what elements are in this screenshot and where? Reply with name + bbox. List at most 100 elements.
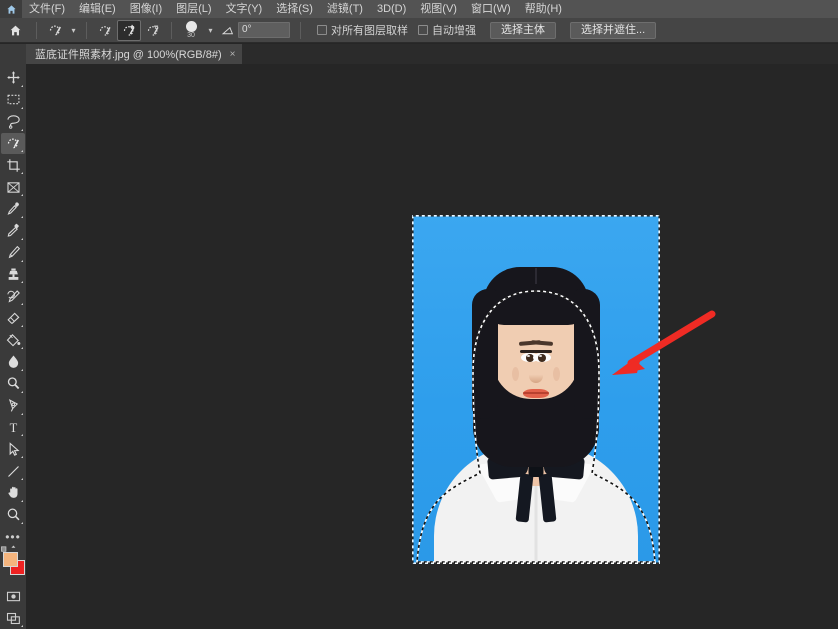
brush-dot-icon: [185, 20, 197, 32]
hair-part: [535, 268, 537, 284]
frame-tool[interactable]: [1, 176, 25, 198]
subtract-from-selection-mode[interactable]: [141, 20, 165, 41]
blur-tool[interactable]: [1, 351, 25, 373]
pen-tool[interactable]: [1, 395, 25, 417]
home-icon[interactable]: [0, 18, 30, 43]
healing-brush-tool[interactable]: [1, 220, 25, 242]
lips: [523, 389, 549, 398]
menu-window[interactable]: 窗口(W): [464, 0, 518, 18]
quick-selection-tool[interactable]: [1, 132, 25, 155]
menu-3d[interactable]: 3D(D): [370, 0, 413, 18]
photoshop-window: 文件(F) 编辑(E) 图像(I) 图层(L) 文字(Y) 选择(S) 滤镜(T…: [0, 0, 838, 629]
tool-expand-corner-icon: [21, 172, 23, 175]
nose: [529, 371, 543, 383]
tool-expand-corner-icon: [21, 390, 23, 393]
clone-stamp-tool[interactable]: [1, 264, 25, 286]
auto-enhance-checkbox[interactable]: 自动增强: [418, 22, 476, 38]
angle-icon: [221, 24, 234, 37]
brush-tool[interactable]: [1, 242, 25, 264]
gradient-tool[interactable]: [1, 329, 25, 351]
menu-type[interactable]: 文字(Y): [219, 0, 270, 18]
sample-all-layers-checkbox[interactable]: 对所有图层取样: [317, 22, 408, 38]
tools-panel: T •••: [0, 64, 26, 629]
swap-colors-icon[interactable]: [1, 541, 19, 552]
menu-image[interactable]: 图像(I): [123, 0, 169, 18]
brush-size-value: 30: [187, 31, 195, 39]
quick-mask-button[interactable]: [1, 585, 25, 607]
zoom-tool[interactable]: [1, 504, 25, 526]
tool-expand-corner-icon: [21, 434, 23, 437]
menu-view[interactable]: 视图(V): [413, 0, 464, 18]
menu-filter[interactable]: 滤镜(T): [320, 0, 370, 18]
eyebrow-right: [530, 340, 554, 346]
crop-tool[interactable]: [1, 154, 25, 176]
canvas-area[interactable]: [26, 64, 838, 629]
move-tool[interactable]: [1, 67, 25, 89]
rectangular-marquee-tool[interactable]: [1, 89, 25, 111]
home-icon[interactable]: [0, 0, 22, 18]
tool-expand-corner-icon: [21, 84, 23, 87]
divider: [36, 21, 37, 39]
tool-expand-corner-icon: [21, 456, 23, 459]
screen-mode-button[interactable]: [1, 607, 25, 629]
tool-expand-corner-icon: [21, 215, 23, 218]
tool-expand-corner-icon: [21, 412, 23, 415]
select-subject-button[interactable]: 选择主体: [490, 21, 556, 39]
checkbox-box[interactable]: [317, 25, 327, 35]
iris-right: [538, 353, 546, 362]
menu-layer[interactable]: 图层(L): [169, 0, 218, 18]
line-tool[interactable]: [1, 460, 25, 482]
tool-expand-corner-icon: [21, 325, 23, 328]
tool-expand-corner-icon: [21, 368, 23, 371]
divider: [171, 21, 172, 39]
eye-right: [533, 353, 551, 362]
type-tool[interactable]: T: [1, 417, 25, 439]
lasso-tool[interactable]: [1, 111, 25, 133]
tool-expand-corner-icon: [21, 499, 23, 502]
eyedropper-tool[interactable]: [1, 198, 25, 220]
chevron-down-icon[interactable]: ▾: [204, 20, 217, 40]
tool-expand-corner-icon: [21, 128, 23, 131]
new-selection-mode[interactable]: [93, 20, 117, 41]
quick-selection-tool-icon[interactable]: [43, 20, 67, 41]
dodge-tool[interactable]: [1, 373, 25, 395]
menu-edit[interactable]: 编辑(E): [72, 0, 123, 18]
tool-expand-corner-icon: [21, 346, 23, 349]
select-and-mask-button[interactable]: 选择并遮住...: [570, 21, 657, 39]
subject-head: [472, 267, 600, 487]
close-icon[interactable]: ×: [230, 49, 236, 60]
add-to-selection-mode[interactable]: [117, 19, 141, 41]
menu-bar: 文件(F) 编辑(E) 图像(I) 图层(L) 文字(Y) 选择(S) 滤镜(T…: [0, 0, 838, 18]
ear-right: [553, 367, 560, 381]
divider: [86, 21, 87, 39]
svg-text:T: T: [9, 421, 17, 435]
tool-expand-corner-icon: [21, 259, 23, 262]
path-selection-tool[interactable]: [1, 438, 25, 460]
hand-tool[interactable]: [1, 482, 25, 504]
auto-enhance-label: 自动增强: [432, 25, 476, 37]
color-swatches: [1, 545, 25, 580]
menu-help[interactable]: 帮助(H): [518, 0, 569, 18]
tool-expand-corner-icon: [21, 237, 23, 240]
tool-expand-corner-icon: [21, 303, 23, 306]
menu-select[interactable]: 选择(S): [269, 0, 320, 18]
tab-bar-spacer: [0, 44, 26, 64]
divider: [300, 21, 301, 39]
checkbox-box[interactable]: [418, 25, 428, 35]
menu-file[interactable]: 文件(F): [22, 0, 72, 18]
tool-expand-corner-icon: [21, 194, 23, 197]
options-bar: ▾ 30 ▾ 0° 对所有图层取样 自动增强 选择主体 选择并遮住...: [0, 18, 838, 43]
document-tab-bar: 蓝底证件照素材.jpg @ 100%(RGB/8#) ×: [0, 44, 838, 64]
document-image[interactable]: [412, 215, 660, 564]
tool-expand-corner-icon: [21, 521, 23, 524]
chevron-down-icon[interactable]: ▾: [67, 20, 80, 40]
history-brush-tool[interactable]: [1, 285, 25, 307]
eraser-tool[interactable]: [1, 307, 25, 329]
tool-expand-corner-icon: [21, 625, 23, 628]
foreground-color-swatch[interactable]: [3, 551, 18, 567]
document-tab[interactable]: 蓝底证件照素材.jpg @ 100%(RGB/8#) ×: [26, 44, 243, 64]
angle-input[interactable]: 0°: [238, 22, 290, 38]
brush-size-preview[interactable]: 30: [178, 19, 204, 42]
sample-all-layers-label: 对所有图层取样: [331, 25, 408, 37]
tool-expand-corner-icon: [21, 150, 23, 153]
